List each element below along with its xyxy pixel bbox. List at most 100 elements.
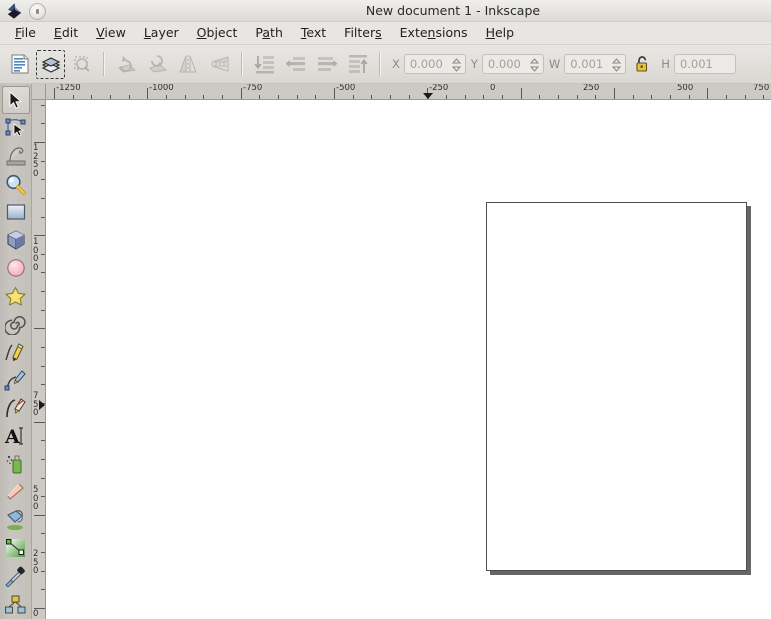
calligraphy-tool[interactable] — [2, 394, 30, 422]
ruler-tick — [41, 272, 45, 273]
menu-filters[interactable]: Filters — [335, 23, 390, 43]
paint-bucket-icon — [7, 510, 23, 531]
gradient-tool[interactable] — [2, 534, 30, 562]
ruler-tick — [577, 95, 578, 99]
ruler-tick — [670, 95, 671, 99]
toolbar-button-flip-horizontal[interactable] — [174, 50, 203, 79]
ruler-tick — [595, 95, 596, 99]
flip-vertical-icon — [210, 56, 229, 72]
y-field-label: Y — [470, 57, 478, 71]
ruler-tick — [41, 179, 45, 180]
menu-file[interactable]: File — [6, 23, 45, 43]
ellipse-tool[interactable] — [2, 254, 30, 282]
ruler-tick — [707, 88, 708, 99]
ruler-tick — [763, 95, 764, 99]
w-field[interactable]: 0.001 — [564, 54, 627, 74]
eraser-tool[interactable] — [2, 478, 30, 506]
toolbar-button-raise-to-top[interactable] — [343, 50, 372, 79]
ruler-tick — [41, 123, 45, 124]
spray-tool[interactable] — [2, 450, 30, 478]
ruler-tick — [41, 478, 45, 479]
h-field[interactable]: 0.001 — [673, 54, 736, 74]
menu-layer[interactable]: Layer — [135, 23, 188, 43]
x-field[interactable]: 0.000 — [403, 54, 466, 74]
box-3d-icon — [7, 230, 24, 250]
ruler-tick — [726, 95, 727, 99]
toolbar-button-raise-one-step[interactable] — [312, 50, 341, 79]
tweak-icon — [6, 147, 25, 166]
spray-can-icon — [6, 455, 22, 474]
toolbar-button-object-properties[interactable] — [5, 50, 34, 79]
rectangle-icon — [6, 204, 25, 220]
toolbar-button-rotate-ccw[interactable] — [112, 50, 141, 79]
ruler-tick — [483, 95, 484, 99]
ruler-label: 250 — [583, 84, 600, 93]
eyedropper-icon — [5, 566, 25, 587]
document-page[interactable] — [486, 202, 747, 571]
ruler-tick — [41, 589, 45, 590]
text-tool[interactable]: A — [2, 422, 30, 450]
ruler-corner[interactable] — [32, 84, 46, 100]
y-field[interactable]: 0.000 — [481, 54, 544, 74]
pencil-tool[interactable] — [2, 338, 30, 366]
ruler-label: 500 — [33, 485, 39, 512]
w-field-label: W — [548, 57, 561, 71]
dropper-tool[interactable] — [2, 562, 30, 590]
ruler-tick — [297, 95, 298, 99]
drawing-canvas[interactable] — [46, 100, 771, 619]
spiral-tool[interactable] — [2, 310, 30, 338]
node-editor-tool[interactable] — [2, 114, 30, 142]
toolbar-button-objects[interactable] — [67, 50, 96, 79]
menu-text[interactable]: Text — [292, 23, 335, 43]
ruler-tick — [41, 217, 45, 218]
pencil-icon — [5, 343, 24, 362]
rectangle-tool[interactable] — [2, 198, 30, 226]
spinner-arrows-icon[interactable] — [529, 58, 539, 72]
menu-bar: File Edit View Layer Object Path Text Filters Ex… — [0, 22, 771, 45]
ruler-tick — [41, 105, 45, 106]
menu-path[interactable]: Path — [246, 23, 291, 43]
ruler-label: 0 — [490, 84, 496, 93]
window-title: New document 1 - Inkscape — [365, 3, 541, 18]
selector-tool[interactable] — [1, 86, 30, 114]
x-field-label: X — [392, 57, 400, 71]
zoom-tool[interactable] — [2, 170, 30, 198]
spinner-arrows-icon[interactable] — [451, 58, 461, 72]
raise-to-top-icon — [348, 55, 368, 73]
ruler-tick — [41, 198, 45, 199]
toolbar-button-rotate-cw[interactable] — [143, 50, 172, 79]
toolbar-button-lower-one-step[interactable] — [281, 50, 310, 79]
menu-view[interactable]: View — [87, 23, 135, 43]
ruler-tick — [745, 95, 746, 99]
h-field-label: H — [661, 57, 670, 71]
menu-extensions[interactable]: Extensions — [391, 23, 477, 43]
ruler-tick — [41, 533, 45, 534]
ruler-label: 250 — [33, 549, 39, 576]
toolbar-button-flip-vertical[interactable] — [205, 50, 234, 79]
tweak-tool[interactable] — [2, 142, 30, 170]
ruler-tick — [371, 95, 372, 99]
connector-tool[interactable] — [2, 590, 30, 618]
spinner-arrows-icon[interactable] — [612, 58, 622, 72]
ruler-tick — [558, 95, 559, 99]
star-tool[interactable] — [2, 282, 30, 310]
horizontal-ruler[interactable]: -1250 -1000 -750 -500 -250 0 250 500 750 — [46, 84, 771, 100]
horizontal-ruler-pointer-marker — [423, 93, 433, 99]
ruler-tick — [539, 95, 540, 99]
menu-object[interactable]: Object — [188, 23, 247, 43]
ruler-tick — [41, 291, 45, 292]
toolbar-button-layers[interactable] — [36, 49, 65, 79]
ruler-tick — [34, 515, 45, 516]
vertical-ruler[interactable]: 1250 1000 750 500 250 0 — [32, 100, 46, 619]
ruler-label: 750 — [753, 84, 770, 93]
toolbar-button-lower-to-bottom[interactable] — [250, 50, 279, 79]
ruler-tick — [259, 95, 260, 99]
menu-edit[interactable]: Edit — [45, 23, 87, 43]
layers-icon — [41, 57, 60, 73]
menu-help[interactable]: Help — [477, 23, 524, 43]
bezier-tool[interactable] — [2, 366, 30, 394]
box3d-tool[interactable] — [2, 226, 30, 254]
lock-aspect-ratio-toggle[interactable] — [631, 52, 653, 76]
paint-bucket-tool[interactable] — [2, 506, 30, 534]
raise-step-icon — [317, 57, 338, 71]
